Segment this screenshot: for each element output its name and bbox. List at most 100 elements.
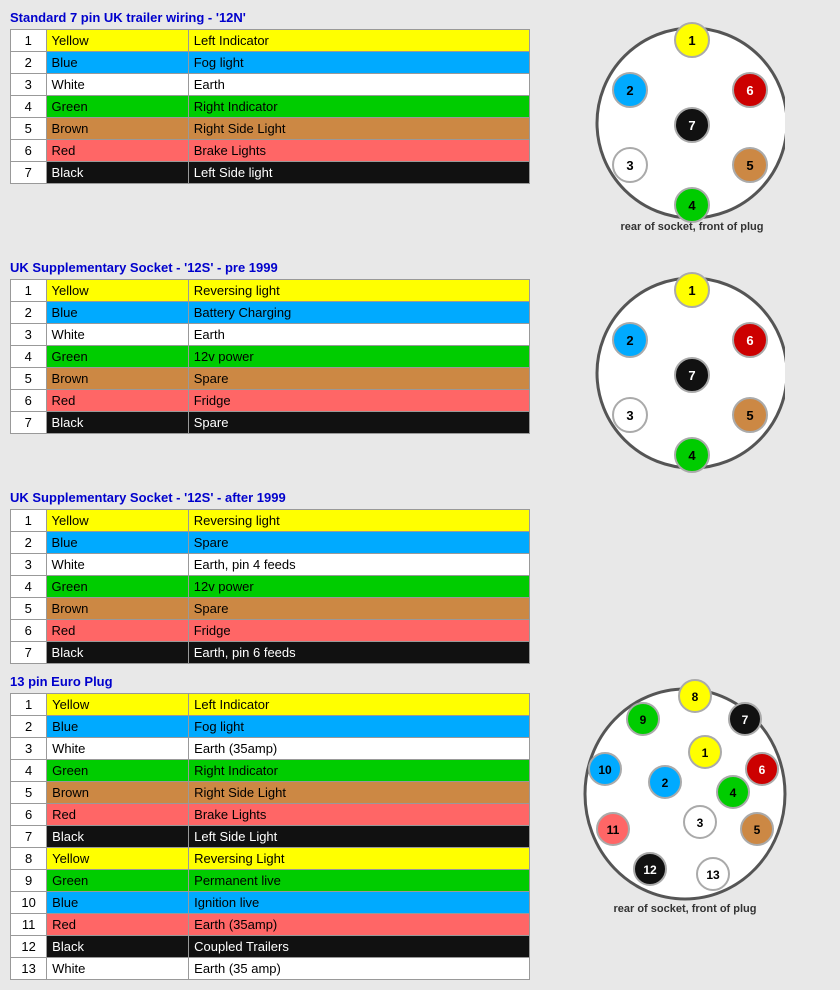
table-row: 6 Red Brake Lights xyxy=(11,804,530,826)
diagram-area-7pin-2: 1 2 3 4 5 6 7 xyxy=(540,260,830,480)
table-row: 6 Red Fridge xyxy=(11,390,530,412)
wire-function: Left Side Light xyxy=(189,826,530,848)
table-row: 5 Brown Right Side Light xyxy=(11,118,530,140)
wire-function: Permanent live xyxy=(189,870,530,892)
svg-text:2: 2 xyxy=(626,83,633,98)
table-row: 2 Blue Fog light xyxy=(11,716,530,738)
section-12n: Standard 7 pin UK trailer wiring - '12N'… xyxy=(10,10,830,250)
wire-function: Reversing light xyxy=(188,510,529,532)
svg-text:1: 1 xyxy=(688,283,695,298)
wire-color: Brown xyxy=(46,368,188,390)
pin-number: 7 xyxy=(11,412,47,434)
table-row: 13 White Earth (35 amp) xyxy=(11,958,530,980)
wire-color: Black xyxy=(46,412,188,434)
svg-text:rear of socket, front of plug: rear of socket, front of plug xyxy=(613,903,756,915)
wire-function: Right Side Light xyxy=(188,118,529,140)
pin-number: 11 xyxy=(11,914,47,936)
wire-color: Brown xyxy=(47,782,189,804)
table-area-12s-pre: UK Supplementary Socket - '12S' - pre 19… xyxy=(10,260,530,434)
pin-number: 13 xyxy=(11,958,47,980)
wire-function: Earth, pin 4 feeds xyxy=(188,554,529,576)
svg-text:1: 1 xyxy=(702,746,709,760)
svg-text:6: 6 xyxy=(746,83,753,98)
table-row: 2 Blue Spare xyxy=(11,532,530,554)
wire-color: Yellow xyxy=(47,694,189,716)
table-row: 6 Red Brake Lights xyxy=(11,140,530,162)
table-row: 3 White Earth (35amp) xyxy=(11,738,530,760)
table-row: 1 Yellow Reversing light xyxy=(11,510,530,532)
section-title-13pin: 13 pin Euro Plug xyxy=(10,674,530,689)
wire-color: Red xyxy=(46,140,188,162)
svg-text:2: 2 xyxy=(662,776,669,790)
wire-color: White xyxy=(46,74,188,96)
wire-color: Green xyxy=(46,96,188,118)
table-row: 4 Green 12v power xyxy=(11,346,530,368)
wire-color: Brown xyxy=(46,598,188,620)
wiring-table-12s-pre1999: 1 Yellow Reversing light 2 Blue Battery … xyxy=(10,279,530,434)
svg-text:3: 3 xyxy=(697,816,704,830)
svg-text:12: 12 xyxy=(643,863,657,877)
wire-function: Fridge xyxy=(188,620,529,642)
svg-text:9: 9 xyxy=(640,713,647,727)
wire-function: 12v power xyxy=(188,346,529,368)
table-row: 3 White Earth xyxy=(11,74,530,96)
wire-color: Blue xyxy=(46,302,188,324)
pin-number: 5 xyxy=(11,368,47,390)
svg-text:13: 13 xyxy=(706,868,720,882)
diagram-area-13pin: 8 7 9 1 6 10 2 4 3 5 11 12 13rear of soc… xyxy=(540,674,830,924)
wire-function: Fridge xyxy=(188,390,529,412)
table-container-12s-after1999: UK Supplementary Socket - '12S' - after … xyxy=(10,490,530,664)
table-row: 5 Brown Spare xyxy=(11,368,530,390)
wiring-table-12n: 1 Yellow Left Indicator 2 Blue Fog light… xyxy=(10,29,530,184)
pin-number: 3 xyxy=(11,554,47,576)
pin-number: 4 xyxy=(11,760,47,782)
table-row: 7 Black Left Side Light xyxy=(11,826,530,848)
pin-number: 4 xyxy=(11,346,47,368)
pin-number: 2 xyxy=(11,52,47,74)
wire-function: Right Indicator xyxy=(188,96,529,118)
pin-number: 1 xyxy=(11,280,47,302)
wire-function: Reversing Light xyxy=(189,848,530,870)
table-area-13pin: 13 pin Euro Plug 1 Yellow Left Indicator… xyxy=(10,674,530,980)
wire-function: Brake Lights xyxy=(189,804,530,826)
svg-text:10: 10 xyxy=(598,763,612,777)
wiring-table-12s-after1999: 1 Yellow Reversing light 2 Blue Spare 3 … xyxy=(10,509,530,664)
wire-color: Brown xyxy=(46,118,188,140)
section-title-12s-after1999: UK Supplementary Socket - '12S' - after … xyxy=(10,490,530,505)
wire-color: White xyxy=(47,738,189,760)
table-row: 4 Green Right Indicator xyxy=(11,760,530,782)
svg-text:8: 8 xyxy=(692,690,699,704)
pin-number: 1 xyxy=(11,694,47,716)
wire-function: Earth (35 amp) xyxy=(189,958,530,980)
svg-text:7: 7 xyxy=(688,368,695,383)
pin-number: 4 xyxy=(11,576,47,598)
svg-text:5: 5 xyxy=(746,408,753,423)
wire-function: Right Side Light xyxy=(189,782,530,804)
table-row: 2 Blue Fog light xyxy=(11,52,530,74)
pin-number: 4 xyxy=(11,96,47,118)
wire-color: Blue xyxy=(46,52,188,74)
wire-color: Yellow xyxy=(46,510,188,532)
table-row: 3 White Earth, pin 4 feeds xyxy=(11,554,530,576)
pin-number: 8 xyxy=(11,848,47,870)
svg-text:5: 5 xyxy=(746,158,753,173)
wire-color: Blue xyxy=(47,716,189,738)
section-title-12n: Standard 7 pin UK trailer wiring - '12N' xyxy=(10,10,530,25)
wire-color: Yellow xyxy=(47,848,189,870)
table-area-12s-after: UK Supplementary Socket - '12S' - after … xyxy=(10,490,530,664)
page-wrapper: Standard 7 pin UK trailer wiring - '12N'… xyxy=(10,10,830,980)
svg-text:3: 3 xyxy=(626,158,633,173)
section-13pin: 13 pin Euro Plug 1 Yellow Left Indicator… xyxy=(10,674,830,980)
pin-number: 7 xyxy=(11,162,47,184)
wire-color: White xyxy=(46,324,188,346)
wire-color: White xyxy=(47,958,189,980)
table-row: 4 Green 12v power xyxy=(11,576,530,598)
wire-color: Black xyxy=(47,936,189,958)
wire-function: Spare xyxy=(188,532,529,554)
wire-function: Earth, pin 6 feeds xyxy=(188,642,529,664)
table-row: 6 Red Fridge xyxy=(11,620,530,642)
wire-function: Brake Lights xyxy=(188,140,529,162)
wire-function: Left Indicator xyxy=(188,30,529,52)
table-row: 7 Black Earth, pin 6 feeds xyxy=(11,642,530,664)
pin-number: 3 xyxy=(11,738,47,760)
